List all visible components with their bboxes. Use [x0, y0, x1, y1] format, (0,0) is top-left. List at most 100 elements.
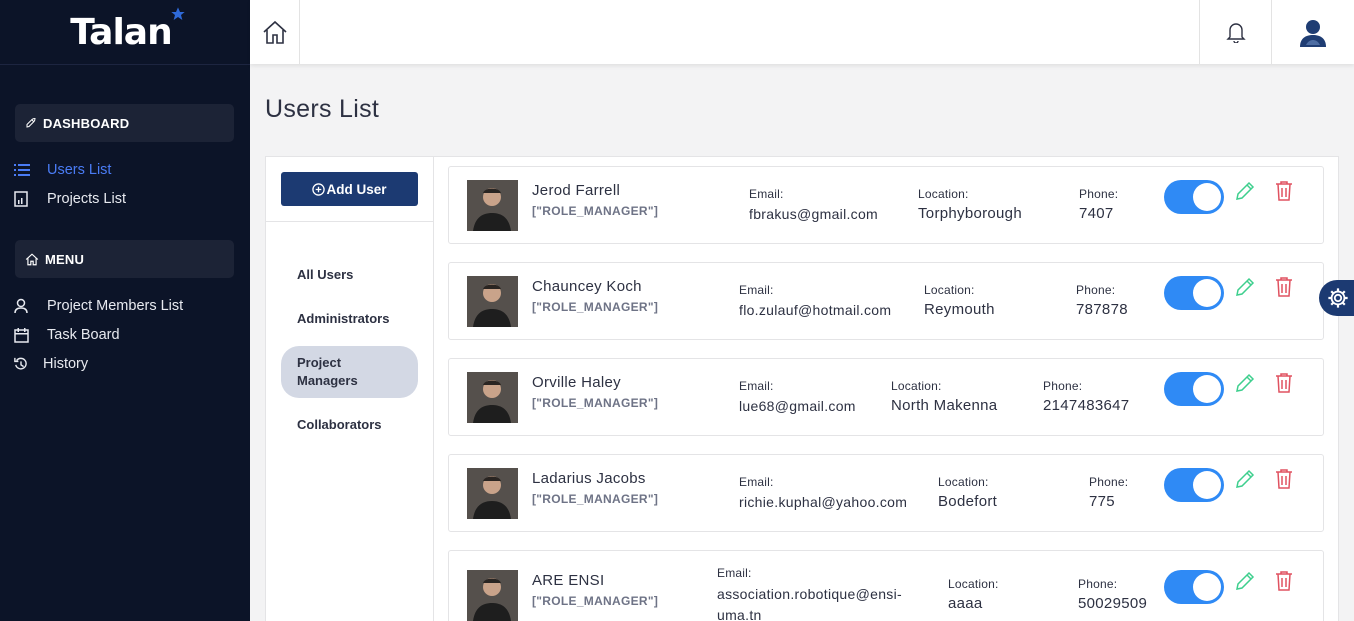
sidebar-item-users-list[interactable]: Users List: [14, 162, 111, 178]
plus-circle-icon: [312, 182, 326, 196]
delete-icon[interactable]: [1275, 570, 1293, 592]
enable-toggle[interactable]: [1164, 468, 1224, 502]
user-card: Ladarius Jacobs ["ROLE_MANAGER"] Email: …: [448, 454, 1324, 532]
dashboard-section[interactable]: DASHBOARD: [15, 104, 234, 142]
location-label: Location:: [918, 187, 969, 201]
user-role: ["ROLE_MANAGER"]: [532, 492, 659, 506]
delete-icon[interactable]: [1275, 180, 1293, 202]
user-role: ["ROLE_MANAGER"]: [532, 300, 659, 314]
location-label: Location:: [891, 379, 942, 393]
email-value: lue68@gmail.com: [739, 398, 856, 414]
notifications-button[interactable]: [1199, 0, 1272, 64]
menu-section[interactable]: MENU: [15, 240, 234, 278]
sidebar-item-project-members[interactable]: Project Members List: [14, 298, 183, 314]
settings-button[interactable]: [1319, 280, 1354, 316]
user-card: ARE ENSI ["ROLE_MANAGER"] Email: associa…: [448, 550, 1324, 621]
user-role: ["ROLE_MANAGER"]: [532, 396, 659, 410]
user-role: ["ROLE_MANAGER"]: [532, 594, 659, 608]
location-label: Location:: [938, 475, 989, 489]
divider: [266, 221, 433, 222]
sidebar-item-label: Project Members List: [47, 298, 184, 314]
user-name: Ladarius Jacobs: [532, 470, 646, 487]
email-label: Email:: [717, 566, 752, 580]
delete-icon[interactable]: [1275, 276, 1293, 298]
email-label: Email:: [739, 283, 774, 297]
phone-label: Phone:: [1089, 475, 1129, 489]
add-user-button[interactable]: Add User: [281, 172, 418, 206]
email-value: association.robotique@ensi-: [717, 586, 902, 602]
user-card: Jerod Farrell ["ROLE_MANAGER"] Email: fb…: [448, 166, 1324, 244]
sidebar-item-label: History: [43, 356, 89, 372]
email-value-continued: uma.tn: [717, 607, 762, 621]
home-button[interactable]: [250, 0, 300, 64]
phone-value: 7407: [1079, 205, 1114, 222]
email-value: flo.zulauf@hotmail.com: [739, 302, 892, 318]
user-photo: [467, 372, 518, 423]
phone-value: 787878: [1076, 301, 1128, 318]
email-label: Email:: [749, 187, 784, 201]
sidebar: Talan DASHBOARD Users List Projects List…: [0, 0, 250, 621]
phone-value: 50029509: [1078, 595, 1148, 612]
location-label: Location:: [924, 283, 975, 297]
enable-toggle[interactable]: [1164, 372, 1224, 406]
user-card: Chauncey Koch ["ROLE_MANAGER"] Email: fl…: [448, 262, 1324, 340]
brand-logo[interactable]: Talan: [70, 6, 185, 53]
rocket-icon: [26, 117, 36, 128]
list-icon: [14, 164, 34, 176]
star-icon: [171, 6, 185, 20]
email-value: richie.kuphal@yahoo.com: [739, 494, 908, 510]
email-label: Email:: [739, 475, 774, 489]
page-title: Users List: [265, 95, 380, 123]
enable-toggle[interactable]: [1164, 276, 1224, 310]
edit-icon[interactable]: [1234, 468, 1256, 490]
location-value: Torphyborough: [918, 205, 1022, 222]
phone-label: Phone:: [1078, 577, 1118, 591]
user-avatar-button[interactable]: [1272, 0, 1354, 64]
brand-name: Talan: [70, 11, 172, 53]
menu-label: MENU: [45, 251, 85, 267]
sidebar-item-label: Task Board: [47, 327, 120, 343]
filter-collaborators[interactable]: Collaborators: [297, 417, 382, 432]
location-label: Location:: [948, 577, 999, 591]
sidebar-item-task-board[interactable]: Task Board: [14, 327, 120, 343]
dashboard-label: DASHBOARD: [43, 115, 130, 131]
edit-icon[interactable]: [1234, 570, 1256, 592]
filter-all-users[interactable]: All Users: [297, 267, 353, 282]
user-name: Chauncey Koch: [532, 278, 642, 295]
user-role: ["ROLE_MANAGER"]: [532, 204, 659, 218]
phone-value: 775: [1089, 493, 1115, 510]
history-icon: [14, 357, 30, 371]
user-card: Orville Haley ["ROLE_MANAGER"] Email: lu…: [448, 358, 1324, 436]
bell-icon: [1225, 23, 1246, 43]
filter-project-managers[interactable]: Project Managers: [281, 346, 418, 398]
edit-icon[interactable]: [1234, 180, 1256, 202]
logo-area: Talan: [0, 0, 250, 65]
edit-icon[interactable]: [1234, 372, 1256, 394]
delete-icon[interactable]: [1275, 372, 1293, 394]
user-photo: [467, 276, 518, 327]
home-icon: [25, 252, 39, 265]
sidebar-item-label: Users List: [47, 162, 112, 178]
user-name: ARE ENSI: [532, 572, 605, 589]
delete-icon[interactable]: [1275, 468, 1293, 490]
edit-icon[interactable]: [1234, 276, 1256, 298]
gear-icon: [1328, 288, 1348, 308]
phone-value: 2147483647: [1043, 397, 1130, 414]
members-icon: [14, 298, 34, 314]
user-name: Jerod Farrell: [532, 182, 621, 199]
role-filter-column: Add User All Users Administrators Projec…: [266, 157, 434, 621]
sidebar-item-history[interactable]: History: [14, 356, 88, 372]
user-name: Orville Haley: [532, 374, 621, 391]
calendar-icon: [14, 327, 34, 343]
sidebar-item-projects-list[interactable]: Projects List: [14, 191, 126, 207]
enable-toggle[interactable]: [1164, 570, 1224, 604]
phone-label: Phone:: [1043, 379, 1083, 393]
filter-administrators[interactable]: Administrators: [297, 311, 389, 326]
add-user-label: Add User: [326, 181, 387, 197]
phone-label: Phone:: [1079, 187, 1119, 201]
user-photo: [467, 570, 518, 621]
enable-toggle[interactable]: [1164, 180, 1224, 214]
location-value: aaaa: [948, 595, 983, 612]
location-value: Reymouth: [924, 301, 995, 318]
sidebar-item-label: Projects List: [47, 191, 126, 207]
